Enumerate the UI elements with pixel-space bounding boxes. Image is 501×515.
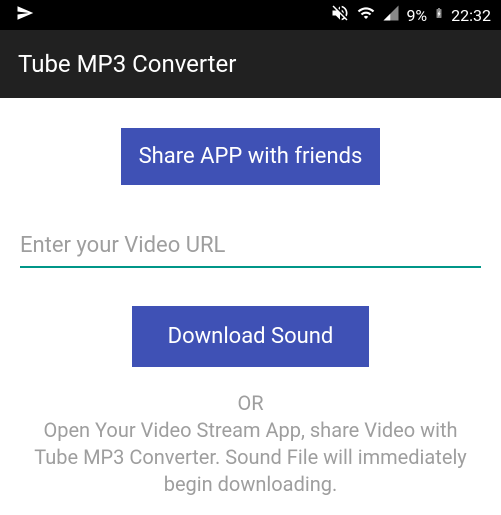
- status-bar: 9% 22:32: [0, 0, 501, 30]
- share-button[interactable]: Share APP with friends: [121, 128, 381, 185]
- download-button[interactable]: Download Sound: [132, 306, 370, 367]
- instruction-text: Open Your Video Stream App, share Video …: [20, 417, 481, 498]
- or-label: OR: [237, 391, 263, 415]
- battery-icon: [433, 3, 445, 27]
- main-content: Share APP with friends Download Sound OR…: [0, 98, 501, 498]
- clock-time: 22:32: [451, 6, 491, 25]
- mute-icon: [330, 3, 350, 27]
- signal-icon: [382, 4, 400, 26]
- send-icon: [16, 4, 34, 26]
- wifi-icon: [356, 4, 376, 26]
- app-bar: Tube MP3 Converter: [0, 30, 501, 98]
- battery-percent: 9%: [406, 6, 427, 25]
- app-title: Tube MP3 Converter: [18, 50, 236, 78]
- video-url-input[interactable]: [20, 225, 481, 268]
